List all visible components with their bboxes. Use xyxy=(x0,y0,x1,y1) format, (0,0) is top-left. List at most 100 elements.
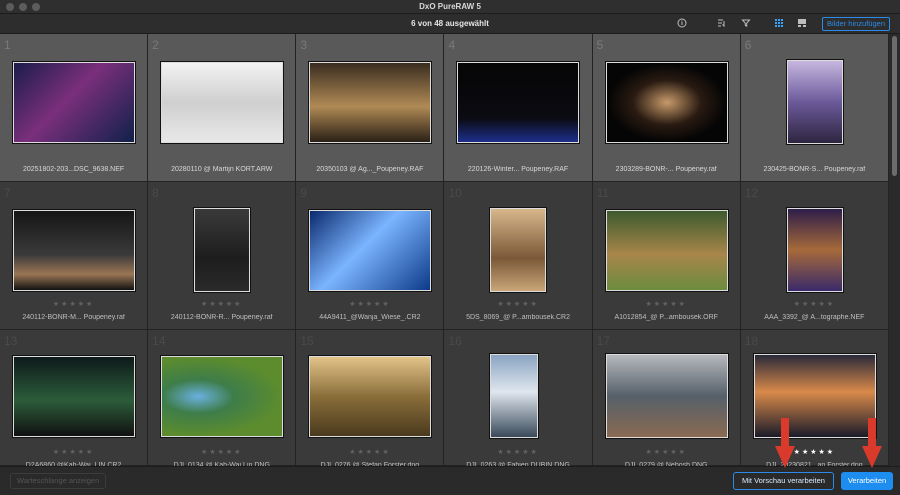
star-icon[interactable]: ★ xyxy=(357,449,365,456)
image-tile[interactable]: 10 ★★★★★ 5DS_8069_@ P...ambousek.CR2 xyxy=(444,182,593,330)
filter-icon[interactable] xyxy=(740,18,752,30)
star-icon[interactable]: ★ xyxy=(514,449,522,456)
info-icon[interactable] xyxy=(676,18,688,30)
sort-icon[interactable] xyxy=(715,18,727,30)
star-icon[interactable]: ★ xyxy=(226,301,234,308)
star-icon[interactable]: ★ xyxy=(654,449,662,456)
zoom-window-button[interactable] xyxy=(32,3,40,11)
star-rating[interactable]: ★★★★★ xyxy=(296,448,443,456)
star-icon[interactable]: ★ xyxy=(382,449,390,456)
star-rating[interactable]: ★★★★★ xyxy=(593,300,740,308)
image-thumbnail[interactable] xyxy=(457,62,580,143)
image-thumbnail[interactable] xyxy=(309,210,432,291)
star-icon[interactable]: ★ xyxy=(646,301,654,308)
star-icon[interactable]: ★ xyxy=(670,301,678,308)
close-window-button[interactable] xyxy=(6,3,14,11)
star-rating[interactable]: ★★★★★ xyxy=(593,448,740,456)
window-controls[interactable] xyxy=(6,3,40,11)
image-tile[interactable]: 7 ★★★★★ 240112-BONR-M... Poupeney.raf xyxy=(0,182,149,330)
star-icon[interactable]: ★ xyxy=(366,449,374,456)
star-icon[interactable]: ★ xyxy=(382,301,390,308)
image-thumbnail[interactable] xyxy=(13,210,135,291)
star-icon[interactable]: ★ xyxy=(86,301,94,308)
grid-view-icon[interactable] xyxy=(773,18,785,30)
image-tile[interactable]: 13 ★★★★★ D2A6860 @Kah-Wai_LIN.CR2 xyxy=(0,330,149,466)
image-tile[interactable]: 6★★★★★230425-BONR-S... Poupeney.raf xyxy=(740,34,889,182)
image-thumbnail[interactable] xyxy=(605,210,728,291)
star-icon[interactable]: ★ xyxy=(234,449,242,456)
image-tile[interactable]: 9 ★★★★★ 44A9411_@Wanja_Wiese_.CR2 xyxy=(296,182,445,330)
star-icon[interactable]: ★ xyxy=(810,449,818,456)
image-thumbnail[interactable] xyxy=(309,62,432,143)
star-icon[interactable]: ★ xyxy=(53,301,61,308)
star-icon[interactable]: ★ xyxy=(78,449,86,456)
star-icon[interactable]: ★ xyxy=(794,301,802,308)
image-tile[interactable]: 2★★★★★20280110 @ Martijn KORT.ARW xyxy=(148,34,297,182)
image-tile[interactable]: 3★★★★★20350103 @ Ag..._Poupeney.RAF xyxy=(296,34,445,182)
image-thumbnail[interactable] xyxy=(161,62,284,143)
star-icon[interactable]: ★ xyxy=(218,449,226,456)
star-icon[interactable]: ★ xyxy=(827,449,835,456)
star-icon[interactable]: ★ xyxy=(69,301,77,308)
image-thumbnail[interactable] xyxy=(490,208,547,292)
image-thumbnail[interactable] xyxy=(786,60,843,144)
star-icon[interactable]: ★ xyxy=(357,301,365,308)
image-tile[interactable]: 1★★★★★20251802-203...DSC_9638.NEF xyxy=(0,34,149,182)
scrollbar-thumb[interactable] xyxy=(892,36,897,176)
star-icon[interactable]: ★ xyxy=(530,301,538,308)
star-rating[interactable]: ★★★★★ xyxy=(741,300,888,308)
image-tile[interactable]: 14 ★★★★★ DJI_0134 @ Kah-Wai Lin.DNG xyxy=(148,330,297,466)
star-rating[interactable]: ★★★★★ xyxy=(296,300,443,308)
show-queue-button[interactable]: Warteschlange anzeigen xyxy=(10,473,107,489)
star-icon[interactable]: ★ xyxy=(69,449,77,456)
star-icon[interactable]: ★ xyxy=(802,449,810,456)
star-rating[interactable]: ★★★★★ xyxy=(444,448,591,456)
star-icon[interactable]: ★ xyxy=(646,449,654,456)
star-rating[interactable]: ★★★★★ xyxy=(0,448,147,456)
star-rating[interactable]: ★★★★★ xyxy=(148,300,295,308)
image-tile[interactable]: 17 ★★★★★ DJI_0279 @ Nebosh.DNG xyxy=(592,330,741,466)
star-icon[interactable]: ★ xyxy=(530,449,538,456)
star-icon[interactable]: ★ xyxy=(506,449,514,456)
star-icon[interactable]: ★ xyxy=(679,301,687,308)
star-icon[interactable]: ★ xyxy=(679,449,687,456)
single-view-icon[interactable] xyxy=(796,18,808,30)
star-icon[interactable]: ★ xyxy=(497,301,505,308)
star-icon[interactable]: ★ xyxy=(218,301,226,308)
star-icon[interactable]: ★ xyxy=(366,301,374,308)
process-button[interactable]: Verarbeiten xyxy=(841,472,893,490)
star-rating[interactable]: ★★★★★ xyxy=(0,300,147,308)
star-icon[interactable]: ★ xyxy=(802,301,810,308)
image-thumbnail[interactable] xyxy=(605,62,728,143)
image-thumbnail[interactable] xyxy=(786,208,843,292)
star-icon[interactable]: ★ xyxy=(670,449,678,456)
star-icon[interactable]: ★ xyxy=(234,301,242,308)
image-tile[interactable]: 4★★★★★220126-Winter... Poupeney.RAF xyxy=(444,34,593,182)
star-icon[interactable]: ★ xyxy=(827,301,835,308)
star-icon[interactable]: ★ xyxy=(86,449,94,456)
add-images-button[interactable]: Bilder hinzufügen xyxy=(822,17,890,31)
image-tile[interactable]: 8 ★★★★★ 240112-BONR-R... Poupeney.raf xyxy=(148,182,297,330)
image-tile[interactable]: 16 ★★★★★ DJI_0263 @ Fabien DUBIN.DNG xyxy=(444,330,593,466)
image-tile[interactable]: 15 ★★★★★ DJI_0276 @ Stefan Forster.dng xyxy=(296,330,445,466)
star-icon[interactable]: ★ xyxy=(497,449,505,456)
grid-scrollbar[interactable] xyxy=(889,34,900,466)
star-icon[interactable]: ★ xyxy=(53,449,61,456)
image-thumbnail[interactable] xyxy=(753,354,876,438)
star-icon[interactable]: ★ xyxy=(654,301,662,308)
star-icon[interactable]: ★ xyxy=(226,449,234,456)
image-thumbnail[interactable] xyxy=(161,356,284,437)
image-tile[interactable]: 5★★★★★2303289-BONR-... Poupeney.raf xyxy=(592,34,741,182)
process-with-preview-button[interactable]: Mit Vorschau verarbeiten xyxy=(733,472,834,490)
image-thumbnail[interactable] xyxy=(13,62,135,143)
star-icon[interactable]: ★ xyxy=(819,301,827,308)
star-icon[interactable]: ★ xyxy=(209,301,217,308)
star-icon[interactable]: ★ xyxy=(209,449,217,456)
star-rating[interactable]: ★★★★★ xyxy=(444,300,591,308)
star-icon[interactable]: ★ xyxy=(78,301,86,308)
star-rating[interactable]: ★★★★★ xyxy=(148,448,295,456)
image-thumbnail[interactable] xyxy=(194,208,251,292)
image-tile[interactable]: 11 ★★★★★ A1012854_@ P...ambousek.ORF xyxy=(592,182,741,330)
star-icon[interactable]: ★ xyxy=(506,301,514,308)
star-icon[interactable]: ★ xyxy=(810,301,818,308)
